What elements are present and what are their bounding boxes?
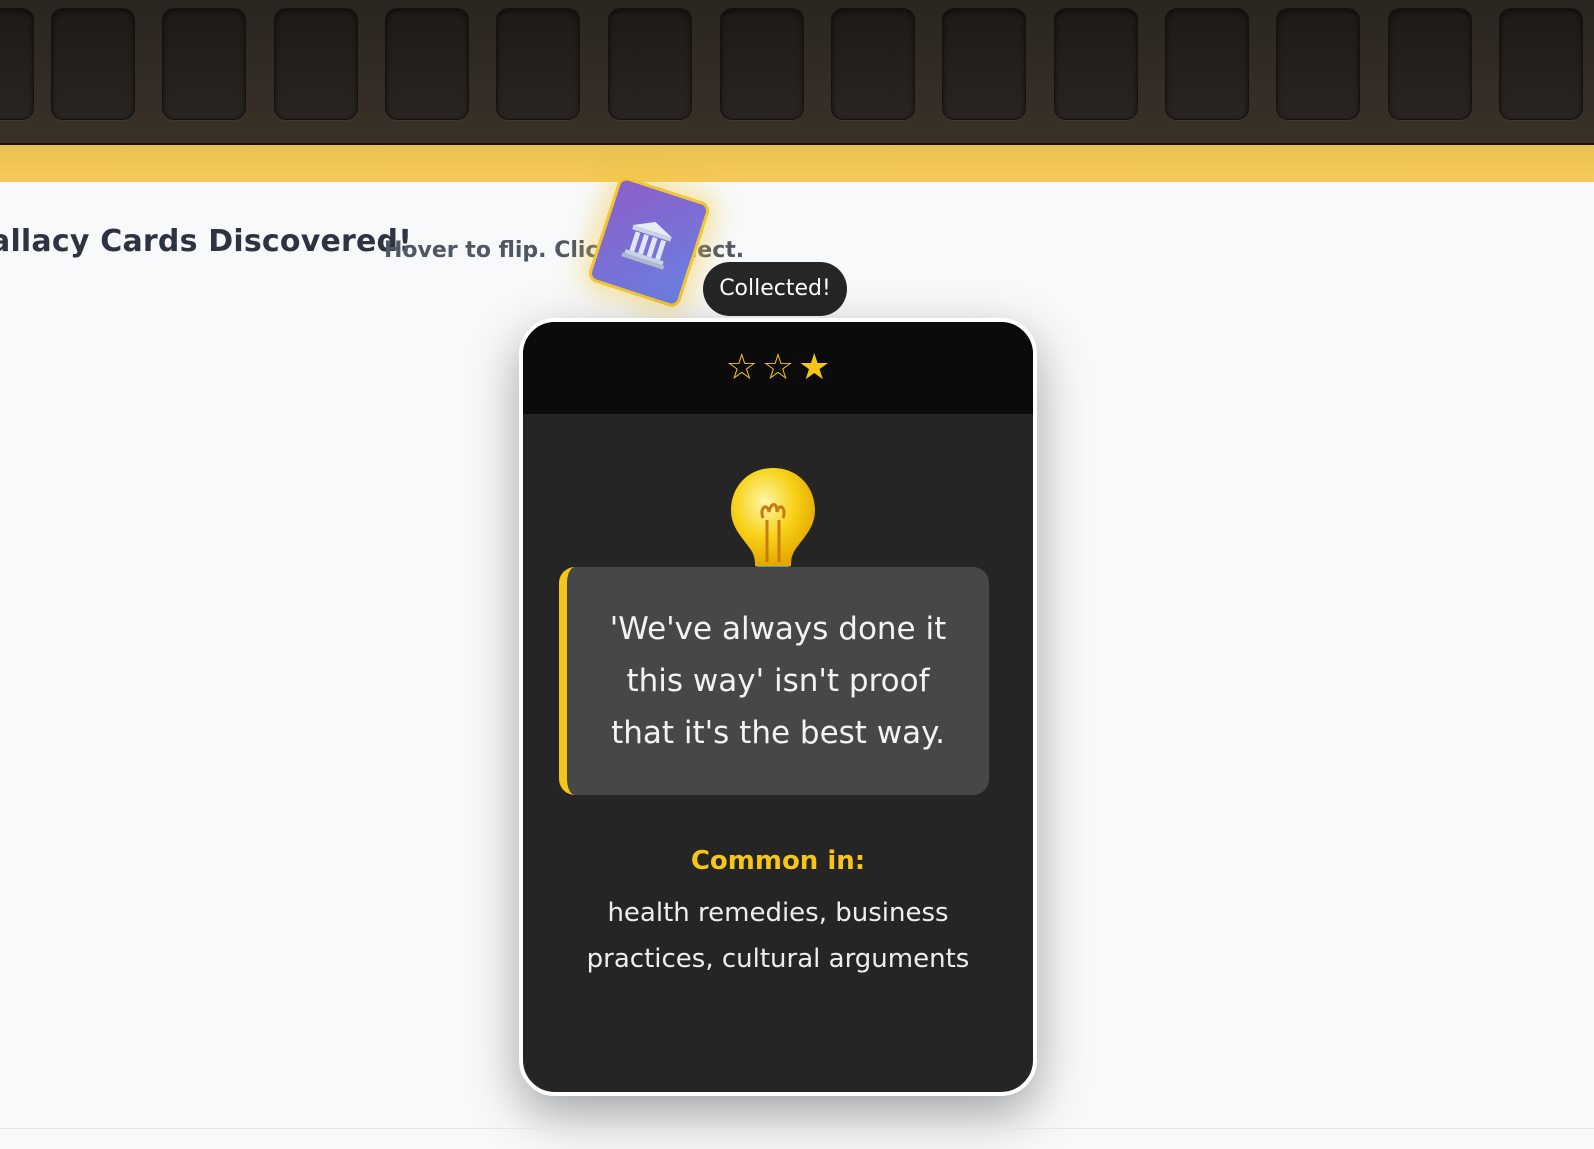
common-in-text: health remedies, business practices, cul… [586, 898, 970, 974]
star-filled-icon: ★ [798, 347, 831, 388]
collection-slot[interactable] [1054, 8, 1138, 120]
fallacy-quote-box: 'We've always done it this way' isn't pr… [559, 567, 989, 795]
page: allacy Cards Discovered! Hover to flip. … [0, 0, 1594, 1149]
common-in-label: Common in: [690, 846, 866, 876]
collection-slot[interactable] [831, 8, 915, 120]
gold-progress-bar [0, 145, 1594, 182]
collection-slot[interactable] [0, 8, 34, 120]
collection-slot[interactable] [942, 8, 1026, 120]
page-title: allacy Cards Discovered! [0, 224, 413, 259]
divider [0, 1128, 1594, 1129]
collection-slot[interactable] [1499, 8, 1583, 120]
card-collection-tray [0, 0, 1594, 145]
collection-slot[interactable] [1276, 8, 1360, 120]
collection-slot[interactable] [385, 8, 469, 120]
collection-slot[interactable] [1165, 8, 1249, 120]
fallacy-card[interactable]: ☆ ☆ ★ 'We've always done it this way' is… [519, 318, 1037, 1096]
collection-slot[interactable] [608, 8, 692, 120]
collection-slot[interactable] [1388, 8, 1472, 120]
collection-slot[interactable] [162, 8, 246, 120]
collection-slot[interactable] [496, 8, 580, 120]
collected-card-flying[interactable] [586, 174, 712, 310]
star-outline-icon: ☆ [725, 347, 758, 388]
fallacy-quote: 'We've always done it this way' isn't pr… [609, 611, 947, 751]
collection-slot[interactable] [720, 8, 804, 120]
collected-tooltip: Collected! [703, 262, 847, 316]
collection-slot[interactable] [274, 8, 358, 120]
collection-slot[interactable] [51, 8, 135, 120]
star-outline-icon: ☆ [761, 347, 795, 388]
classical-building-icon [621, 222, 673, 270]
card-rating-header: ☆ ☆ ★ [523, 322, 1033, 414]
